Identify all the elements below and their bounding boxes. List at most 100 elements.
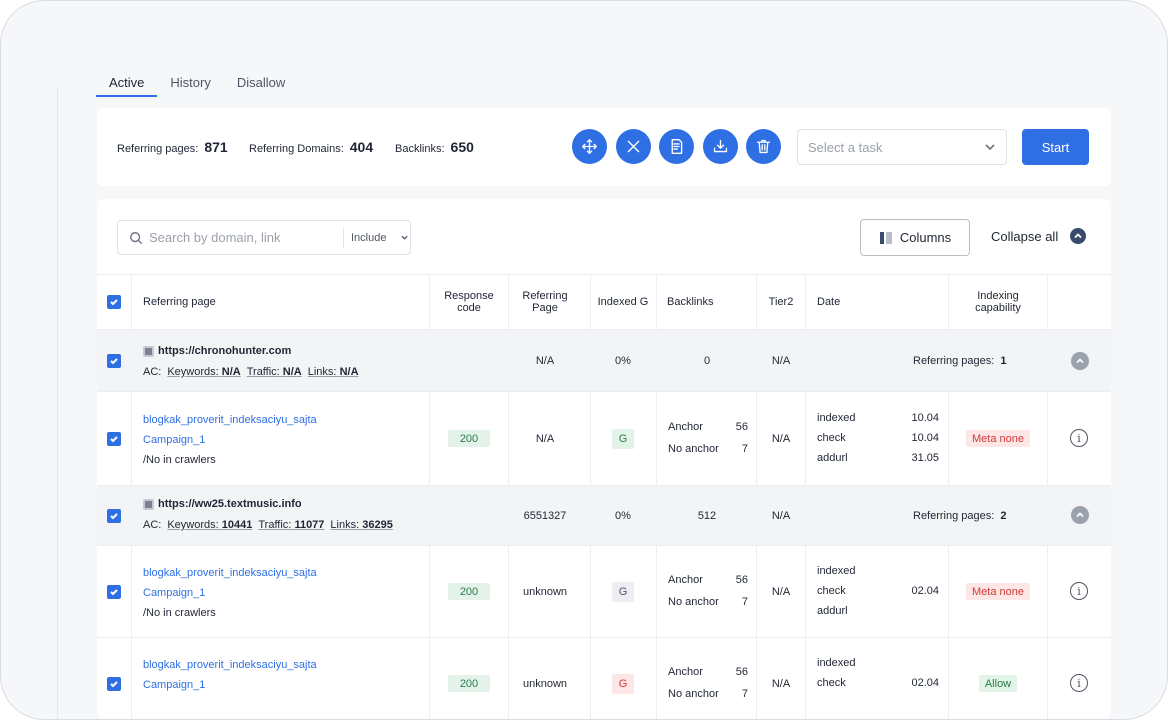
page-link[interactable]: blogkak_proverit_indeksaciyu_sajta — [143, 410, 317, 430]
chevron-up-icon — [1076, 512, 1084, 518]
col-backlinks[interactable]: Backlinks — [667, 275, 713, 329]
domain-label: https://chronohunter.com — [143, 345, 291, 357]
referring-page-info: blogkak_proverit_indeksaciyu_sajta Campa… — [143, 563, 317, 623]
table-row: blogkak_proverit_indeksaciyu_sajta Campa… — [97, 391, 1111, 485]
search-box: Include — [117, 220, 411, 255]
delete-button[interactable] — [746, 129, 781, 164]
collapse-all-label: Collapse all — [991, 228, 1059, 244]
sidebar-divider — [57, 87, 58, 719]
move-button[interactable] — [572, 129, 607, 164]
search-input[interactable] — [149, 230, 337, 245]
crawler-note: /No in crawlers — [143, 454, 216, 466]
report-button[interactable] — [659, 129, 694, 164]
keywords-link[interactable]: Keywords: N/A — [167, 366, 240, 378]
stat-value: 871 — [204, 139, 228, 155]
col-referring-page-2[interactable]: Referring Page — [510, 275, 580, 329]
stats-panel: Referring pages: 871 Referring Domains: … — [97, 108, 1111, 186]
date-list: indexed 10.04 check 10.04 addurl 31.05 — [817, 412, 939, 464]
table-row: blogkak_proverit_indeksaciyu_sajta Campa… — [97, 637, 1111, 719]
row-checkbox[interactable] — [107, 353, 121, 368]
tab-bar: Active History Disallow — [96, 73, 298, 97]
keywords-link[interactable]: Keywords: 10441 — [167, 519, 252, 531]
select-all-checkbox[interactable] — [107, 295, 121, 309]
info-icon[interactable]: i — [1070, 429, 1088, 447]
response-code-badge: 200 — [448, 430, 490, 447]
tab-disallow[interactable]: Disallow — [224, 73, 298, 97]
stat-label: Referring Domains: — [249, 143, 344, 155]
indexed-g-badge: G — [612, 673, 634, 694]
tier2-value: N/A — [771, 585, 791, 598]
ac-label: AC: — [143, 519, 162, 531]
traffic-link[interactable]: Traffic: N/A — [247, 366, 302, 378]
stat-backlinks: Backlinks: 650 — [395, 139, 474, 155]
domain-url: https://ww25.textmusic.info — [158, 498, 302, 510]
col-date[interactable]: Date — [817, 275, 840, 329]
task-select[interactable]: Select a task — [797, 129, 1007, 165]
col-tier2[interactable]: Tier2 — [757, 275, 805, 329]
links-link[interactable]: Links: N/A — [308, 366, 359, 378]
chevron-up-icon — [1076, 358, 1084, 364]
traffic-link[interactable]: Traffic: 11077 — [258, 519, 324, 531]
stat-referring-domains: Referring Domains: 404 — [249, 139, 373, 155]
tab-active[interactable]: Active — [96, 73, 158, 97]
favicon-icon — [143, 498, 154, 510]
info-icon[interactable]: i — [1070, 582, 1088, 600]
stat-label: Backlinks: — [395, 143, 445, 155]
row-checkbox[interactable] — [107, 508, 121, 523]
favicon-icon — [143, 345, 154, 357]
page-link[interactable]: blogkak_proverit_indeksaciyu_sajta — [143, 655, 317, 675]
row-checkbox[interactable] — [107, 584, 121, 599]
info-icon[interactable]: i — [1070, 674, 1088, 692]
tab-history[interactable]: History — [157, 73, 223, 97]
response-code-badge: 200 — [448, 675, 490, 692]
stat-value: 404 — [349, 139, 374, 155]
download-button[interactable] — [703, 129, 738, 164]
campaign-link[interactable]: Campaign_1 — [143, 675, 317, 695]
col-referring-page[interactable]: Referring page — [143, 275, 216, 329]
referring-page-value: N/A — [535, 432, 555, 445]
group-collapse-button[interactable] — [1071, 352, 1089, 370]
stat-value: 650 — [450, 139, 474, 155]
backlinks-value: 0 — [703, 354, 711, 367]
select-all-cell — [107, 275, 121, 329]
table-row: blogkak_proverit_indeksaciyu_sajta Campa… — [97, 545, 1111, 637]
indexed-value: 0% — [615, 509, 631, 522]
collapse-all-button[interactable]: Collapse all — [991, 228, 1087, 244]
col-response-code[interactable]: Response code — [437, 275, 501, 329]
start-button[interactable]: Start — [1022, 129, 1089, 165]
links-link[interactable]: Links: 36295 — [330, 519, 392, 531]
date-list: indexed check 02.04 addurl — [817, 565, 939, 617]
referring-page-value: unknown — [522, 585, 568, 598]
backlinks-table-panel: Include Columns Collapse all Referring p… — [97, 199, 1111, 719]
referring-pages-count: Referring pages: 1 — [913, 354, 1007, 367]
page-link[interactable]: blogkak_proverit_indeksaciyu_sajta — [143, 563, 317, 583]
include-dropdown[interactable]: Include — [343, 227, 409, 248]
row-checkbox[interactable] — [107, 676, 121, 691]
indexed-value: 0% — [615, 354, 631, 367]
stat-referring-pages: Referring pages: 871 — [117, 139, 228, 155]
chevron-down-icon — [401, 235, 409, 240]
remove-button[interactable] — [616, 129, 651, 164]
tier2-value: N/A — [771, 677, 791, 690]
download-icon — [713, 139, 728, 153]
columns-button[interactable]: Columns — [860, 219, 970, 256]
crawler-note: /No in crawlers — [143, 607, 216, 619]
domain-label: https://ww25.textmusic.info — [143, 498, 302, 510]
backlink-counts: Anchor 56 No anchor 7 — [668, 666, 748, 700]
col-indexed-g[interactable]: Indexed G — [591, 275, 655, 329]
referring-page-value: N/A — [535, 354, 555, 367]
group-collapse-button[interactable] — [1071, 506, 1089, 524]
backlinks-value: 512 — [697, 509, 717, 522]
row-checkbox[interactable] — [107, 431, 121, 446]
campaign-link[interactable]: Campaign_1 — [143, 430, 317, 450]
search-icon — [130, 231, 143, 244]
table-header: Referring page Response code Referring P… — [97, 274, 1111, 329]
ac-metrics: AC: Keywords: 10441 Traffic: 11077 Links… — [143, 519, 393, 531]
campaign-link[interactable]: Campaign_1 — [143, 583, 317, 603]
close-icon — [627, 140, 640, 153]
include-label: Include — [351, 231, 387, 244]
domain-group-row: https://chronohunter.com AC: Keywords: N… — [97, 329, 1111, 391]
referring-page-info: blogkak_proverit_indeksaciyu_sajta Campa… — [143, 655, 317, 695]
col-indexing-capability[interactable]: Indexing capability — [957, 275, 1039, 329]
ac-label: AC: — [143, 366, 162, 378]
